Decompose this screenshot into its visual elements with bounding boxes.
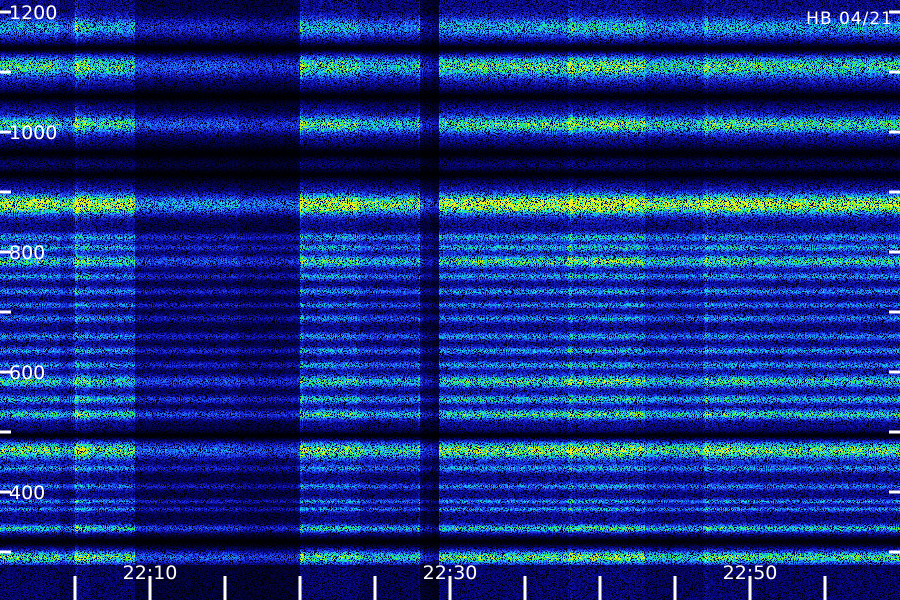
x-tick-label-2250: 22:50 [723, 562, 778, 584]
spectrogram-axes-overlay: 1200 1000 800 600 400 22:10 22:30 22:50 HB 04/2… [0, 2, 900, 600]
y-tick-label-600: 600 [9, 362, 45, 384]
spectrogram-view: 1200 1000 800 600 400 22:10 22:30 22:50 HB 04/2… [0, 0, 900, 600]
y-tick-label-800: 800 [9, 242, 45, 264]
y-tick-label-400: 400 [9, 482, 45, 504]
y-tick-label-1000: 1000 [9, 122, 57, 144]
station-date-stamp: HB 04/21 [806, 9, 893, 29]
x-tick-label-2210: 22:10 [123, 562, 178, 584]
x-tick-label-2230: 22:30 [423, 562, 478, 584]
tick-marks [0, 10, 900, 600]
tick-labels: 1200 1000 800 600 400 22:10 22:30 22:50 [9, 2, 777, 584]
y-tick-label-1200: 1200 [9, 2, 57, 24]
